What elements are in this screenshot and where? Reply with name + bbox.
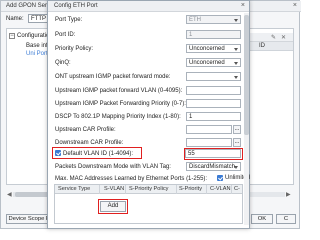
downstream-car-input[interactable] [186, 138, 232, 147]
igmp-priority-input[interactable] [186, 99, 241, 108]
igmp-vlan-input[interactable] [186, 86, 241, 95]
column-header-id[interactable]: ID [259, 43, 265, 49]
column-header-c-vlan[interactable]: C-VLAN [210, 186, 231, 192]
close-icon[interactable]: × [241, 2, 245, 9]
default-vlan-checkbox[interactable] [55, 150, 61, 156]
port-id-label: Port ID: [55, 32, 76, 38]
downstream-mode-select[interactable]: DiscardMismatch [186, 162, 241, 171]
downstream-mode-label: Packets Downstream Mode with VLAN Tag: [55, 164, 171, 170]
downstream-car-label: Downstream CAR Profile: [55, 140, 124, 146]
service-table: Service Type S-VLAN S-Priority Policy S-… [54, 184, 243, 224]
downstream-car-browse-button[interactable]: ... [233, 138, 241, 147]
column-divider [125, 185, 126, 194]
tree-collapse-icon[interactable]: − [9, 33, 15, 39]
edit-icon[interactable]: ✎ [271, 34, 276, 41]
device-scope-button[interactable]: Device Scope F [6, 214, 52, 224]
default-vlan-label: Default VLAN ID (1-4094): [63, 151, 134, 157]
column-divider [176, 185, 177, 194]
ont-igmp-mode-label: ONT upstream IGMP packet forward mode: [55, 74, 171, 80]
unlimited-checkbox[interactable] [217, 175, 223, 181]
dscp-mapping-input[interactable]: 1 [186, 112, 241, 121]
port-id-field: 1 [186, 30, 241, 39]
dialog-titlebar: Config ETH Port × [48, 1, 249, 12]
column-header-s-priority-policy[interactable]: S-Priority Policy [129, 186, 168, 192]
add-button[interactable]: Add [100, 201, 126, 212]
priority-policy-label: Priority Policy: [55, 46, 94, 52]
dialog-scrollbar-thumb[interactable] [244, 15, 249, 135]
igmp-priority-label: Upstream IGMP Packet Forwarding Priority… [55, 101, 186, 107]
priority-policy-select[interactable]: Unconcerned [186, 44, 241, 53]
scroll-left-icon[interactable]: ◀ [7, 191, 12, 198]
column-divider [206, 185, 207, 194]
igmp-vlan-label: Upstream IGMP packet forward VLAN (0-409… [55, 88, 183, 94]
scroll-right-icon[interactable]: ▶ [286, 191, 291, 198]
close-icon[interactable]: × [293, 2, 297, 9]
cancel-button[interactable]: C [276, 214, 296, 224]
dialog-title: Config ETH Port [54, 3, 98, 9]
qinq-label: QinQ: [55, 60, 71, 66]
name-input[interactable]: FTTP [28, 14, 48, 23]
ont-igmp-mode-select[interactable] [186, 72, 241, 81]
ok-button[interactable]: OK [251, 214, 273, 224]
service-table-header: Service Type S-VLAN S-Priority Policy S-… [55, 185, 242, 194]
config-eth-port-dialog: Config ETH Port × Port Type: ETH Port ID… [47, 0, 250, 229]
name-label: Name: [6, 16, 24, 22]
column-header-s-priority[interactable]: S-Priority [179, 186, 202, 192]
upstream-car-browse-button[interactable]: ... [233, 125, 241, 134]
column-divider [99, 185, 100, 194]
default-vlan-input-highlight [184, 148, 243, 160]
qinq-select[interactable]: Unconcerned [186, 58, 241, 67]
upstream-car-input[interactable] [186, 125, 232, 134]
tree-node-uni-port[interactable]: Uni Port [26, 51, 48, 57]
max-mac-label: Max. MAC Addresses Learned by Ethernet P… [55, 176, 208, 182]
port-type-select: ETH [186, 15, 241, 24]
dscp-mapping-label: DSCP To 802.1P Mapping Priority Index (1… [55, 114, 181, 120]
upstream-car-label: Upstream CAR Profile: [55, 127, 116, 133]
column-header-c-more[interactable]: C- [234, 186, 240, 192]
port-type-label: Port Type: [55, 17, 83, 23]
column-header-s-vlan[interactable]: S-VLAN [104, 186, 124, 192]
delete-icon[interactable]: ✕ [281, 34, 286, 41]
column-divider [231, 185, 232, 194]
column-header-service-type[interactable]: Service Type [58, 186, 90, 192]
